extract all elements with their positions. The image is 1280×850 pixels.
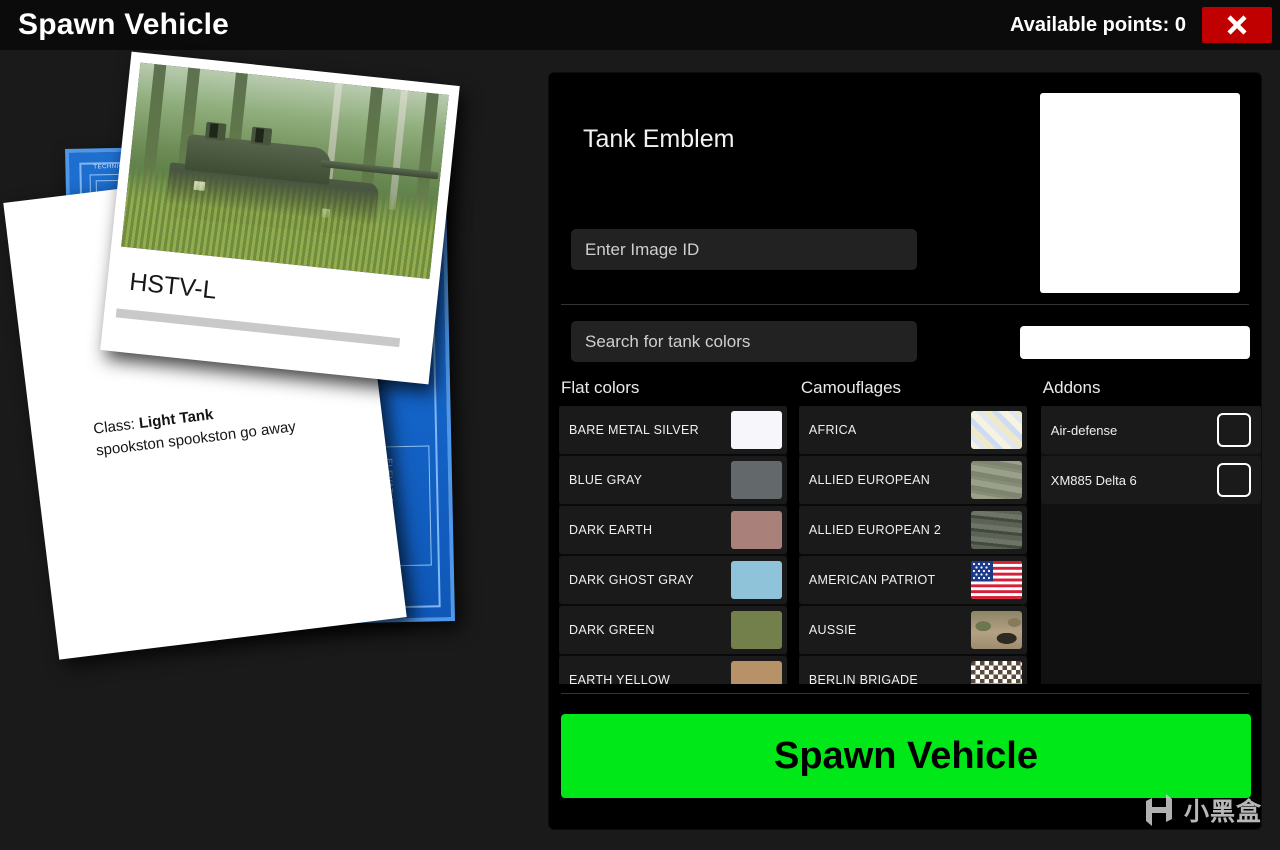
title-bar: Spawn Vehicle Available points: 0 xyxy=(0,0,1280,50)
color-swatch xyxy=(730,561,782,599)
list-item[interactable]: AFRICA xyxy=(798,406,1027,454)
camo-swatch xyxy=(970,411,1022,449)
list-item[interactable]: BERLIN BRIGADE xyxy=(798,656,1027,684)
vehicle-class-prefix: Class: xyxy=(92,415,141,438)
camo-label: AFRICA xyxy=(808,423,857,437)
list-item[interactable]: DARK GHOST GRAY xyxy=(559,556,787,604)
photo-tank-optic xyxy=(209,123,219,138)
camo-label: AUSSIE xyxy=(808,623,857,637)
flat-colors-column: Flat colors BARE METAL SILVER BLUE GRAY … xyxy=(559,378,787,688)
color-swatch xyxy=(730,661,782,684)
list-item[interactable]: AMERICAN PATRIOT xyxy=(798,556,1027,604)
list-item[interactable]: BLUE GRAY xyxy=(559,456,787,504)
camo-label: BERLIN BRIGADE xyxy=(808,673,918,684)
color-swatch xyxy=(730,411,782,449)
flat-color-label: BLUE GRAY xyxy=(569,473,643,487)
tank-emblem-title: Tank Emblem xyxy=(583,125,735,153)
section-divider xyxy=(561,693,1249,694)
camouflages-list[interactable]: AFRICA ALLIED EUROPEAN ALLIED EUROPEAN 2… xyxy=(798,406,1027,684)
camouflages-title: Camouflages xyxy=(800,378,902,397)
selection-columns: Flat colors BARE METAL SILVER BLUE GRAY … xyxy=(549,378,1262,688)
list-item[interactable]: ALLIED EUROPEAN 2 xyxy=(798,506,1027,554)
customization-panel: Tank Emblem Flat colors BARE METAL SILVE… xyxy=(548,72,1262,830)
camouflages-column: Camouflages AFRICA ALLIED EUROPEAN ALLIE… xyxy=(798,378,1027,688)
close-x-icon xyxy=(1227,15,1247,35)
list-item[interactable]: ALLIED EUROPEAN xyxy=(798,456,1027,504)
close-button[interactable] xyxy=(1202,7,1272,43)
addon-checkbox[interactable] xyxy=(1217,463,1252,497)
list-item[interactable]: XM885 Delta 6 xyxy=(1040,456,1262,504)
photo-tank-optic xyxy=(254,128,265,143)
watermark-text: 小黑盒 xyxy=(1183,797,1262,826)
color-swatch xyxy=(730,611,782,649)
camo-swatch xyxy=(970,561,1022,599)
list-item[interactable]: EARTH YELLOW xyxy=(559,656,787,684)
vehicle-photo-card: HSTV-L xyxy=(100,51,460,385)
emblem-preview-box[interactable] xyxy=(1040,93,1240,293)
flat-colors-title: Flat colors xyxy=(561,378,640,397)
tank-color-search-input[interactable] xyxy=(571,321,917,362)
flat-colors-list[interactable]: BARE METAL SILVER BLUE GRAY DARK EARTH D… xyxy=(559,406,787,684)
flat-color-label: EARTH YELLOW xyxy=(569,673,671,684)
addons-list[interactable]: Air-defense XM885 Delta 6 xyxy=(1040,406,1262,684)
camo-swatch xyxy=(970,511,1022,549)
selected-color-preview-box[interactable] xyxy=(1020,326,1250,359)
flat-color-label: DARK GHOST GRAY xyxy=(569,573,694,587)
watermark: 小黑盒 xyxy=(1142,792,1262,828)
xiaoheihe-h-logo xyxy=(1145,794,1172,826)
available-points-label: Available points: 0 xyxy=(1010,13,1186,36)
spawn-vehicle-button-label: Spawn Vehicle xyxy=(774,734,1038,777)
vehicle-info-text: Class: Light Tank spookston spookston go… xyxy=(92,385,375,462)
camo-swatch xyxy=(970,611,1022,649)
spawn-vehicle-button[interactable]: Spawn Vehicle xyxy=(561,714,1251,798)
list-item[interactable]: DARK EARTH xyxy=(559,506,787,554)
camo-swatch xyxy=(970,661,1022,684)
camo-label: AMERICAN PATRIOT xyxy=(808,573,936,587)
us-flag-icon xyxy=(970,561,1022,599)
addon-label: XM885 Delta 6 xyxy=(1050,472,1137,488)
emblem-image-id-input[interactable] xyxy=(571,229,917,270)
page-title: Spawn Vehicle xyxy=(18,8,230,41)
vehicle-card-stack: HSTV-L ELEVATION SCALE 1:35 TECHNICAL DR… xyxy=(0,50,540,850)
list-item[interactable]: DARK GREEN xyxy=(559,606,787,654)
flat-color-label: BARE METAL SILVER xyxy=(569,423,699,437)
color-swatch xyxy=(730,511,782,549)
camo-swatch xyxy=(970,461,1022,499)
flat-color-label: DARK GREEN xyxy=(569,623,655,637)
color-swatch xyxy=(730,461,782,499)
list-item[interactable]: Air-defense xyxy=(1040,406,1262,454)
camo-label: ALLIED EUROPEAN xyxy=(808,473,931,487)
addon-checkbox[interactable] xyxy=(1217,413,1252,447)
color-search-row xyxy=(549,321,1261,369)
header-right-group: Available points: 0 xyxy=(1010,0,1280,50)
vehicle-photo xyxy=(121,62,449,279)
camo-label: ALLIED EUROPEAN 2 xyxy=(808,523,942,537)
flat-color-label: DARK EARTH xyxy=(569,523,653,537)
addons-column: Addons Air-defense XM885 Delta 6 xyxy=(1040,378,1262,688)
addon-label: Air-defense xyxy=(1050,422,1118,438)
addons-title: Addons xyxy=(1042,378,1101,397)
list-item[interactable]: AUSSIE xyxy=(798,606,1027,654)
section-divider xyxy=(561,304,1249,305)
tank-emblem-section: Tank Emblem xyxy=(549,73,1261,299)
spawn-vehicle-screen: Spawn Vehicle Available points: 0 TECHNI… xyxy=(0,0,1280,850)
list-item[interactable]: BARE METAL SILVER xyxy=(559,406,787,454)
